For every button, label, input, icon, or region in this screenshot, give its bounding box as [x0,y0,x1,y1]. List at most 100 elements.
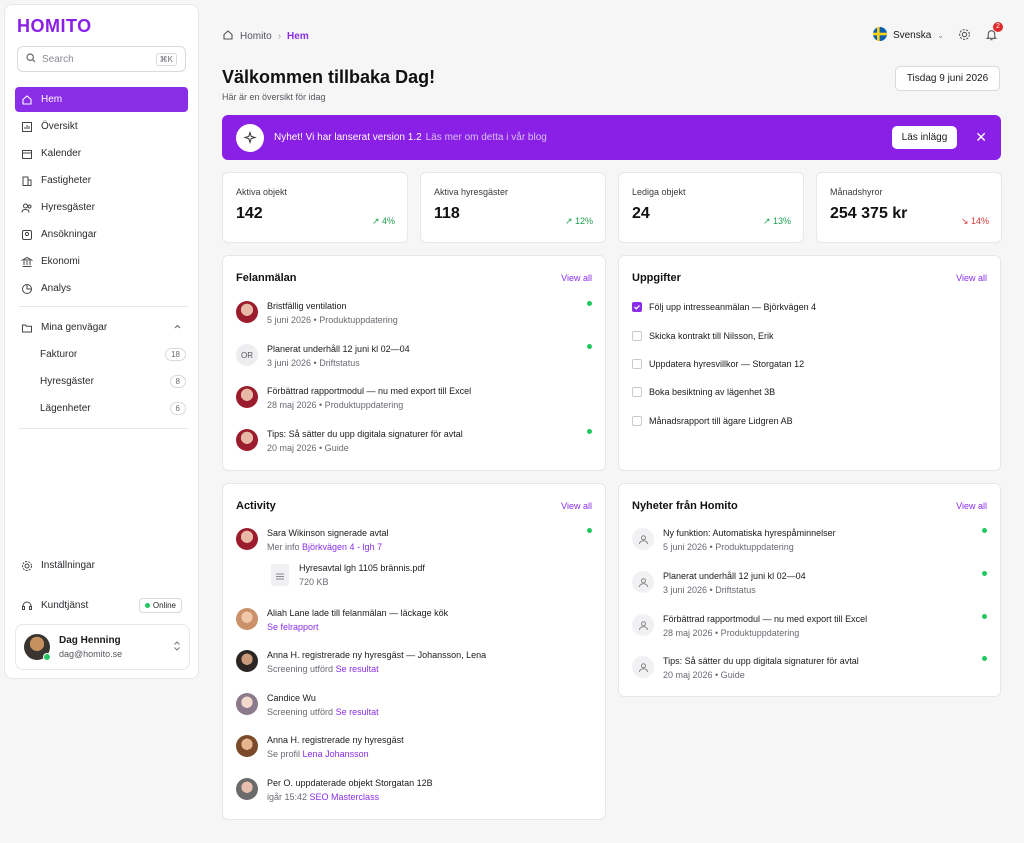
task-label: Boka besiktning av lägenhet 3B [649,387,776,397]
stat-card: Månadshyror 254 375 kr ↘ 14% [816,172,1002,243]
search-icon [26,52,36,66]
avatar-initials: OR [236,344,258,366]
checkbox[interactable] [632,387,642,397]
list-item[interactable]: Förbättrad rapportmodul — nu med export … [236,386,592,410]
activity-card: Activity View all Sara Wikinson signerad… [222,483,606,820]
view-all-link[interactable]: View all [956,273,987,283]
sidebar-item-label: Kalender [41,148,82,159]
news-meta: 20 maj 2026 • Guide [663,670,745,680]
list-item[interactable]: Bristfällig ventilation 5 juni 2026 • Pro… [236,301,592,325]
card-title: Nyheter från Homito [632,500,738,512]
list-item[interactable]: Tips: Så sätter du upp digitala signatur… [236,429,592,453]
checkbox[interactable] [632,416,642,426]
avatar [236,301,258,323]
pie-icon [21,283,33,295]
shortcuts-label: Mina genvägar [41,322,108,333]
sidebar-item-ansokningar[interactable]: Ansökningar [15,222,188,247]
date-button[interactable]: Tisdag 9 juni 2026 [895,66,1000,91]
trend-value: 14% [970,216,989,226]
language-selector[interactable]: Svenska ⌄ [872,27,944,44]
sidebar-item-label: Översikt [41,121,78,132]
shortcut-hyresgaster[interactable]: Hyresgäster 8 [40,371,186,391]
news-item[interactable]: Ny funktion: Automatiska hyrespåminnelse… [632,528,987,552]
sidebar-item-analys[interactable]: Analys [15,276,188,301]
view-all-link[interactable]: View all [956,501,987,511]
activity-link[interactable]: Björkvägen 4 - lgh 7 [302,542,382,552]
online-label: Online [152,601,176,610]
activity-link[interactable]: Se felrapport [267,622,319,632]
task-item[interactable]: Uppdatera hyresvillkor — Storgatan 12 [632,359,804,369]
close-icon[interactable]: ✕ [975,129,987,146]
activity-meta: Screening utförd [267,707,334,717]
view-all-link[interactable]: View all [561,273,592,283]
activity-item: Sara Wikinson signerade avtal Mer info Bj… [236,528,592,552]
task-item[interactable]: Boka besiktning av lägenhet 3B [632,387,775,397]
item-meta: 28 maj 2026 • Produktuppdatering [267,400,404,410]
sidebar-item-support[interactable]: Kundtjänst Online [15,593,188,618]
activity-link[interactable]: SEO Masterclass [310,792,380,802]
task-item[interactable]: Månadsrapport till ägare Lidgren AB [632,416,793,426]
activity-title: Sara Wikinson signerade avtal [267,528,389,538]
activity-link[interactable]: Lena Johansson [303,749,369,759]
news-item[interactable]: Tips: Så sätter du upp digitala signatur… [632,656,987,680]
file-attachment[interactable]: Hyresavtal lgh 1105 brännis.pdf 720 KB [271,563,425,587]
activity-title: Anna H. registrerade ny hyresgäst [267,735,404,745]
activity-item: Candice Wu Screening utförd Se resultat [236,693,592,717]
activity-link[interactable]: Se resultat [336,664,379,674]
news-item[interactable]: Planerat underhåll 12 juni kl 02—04 3 jun… [632,571,987,595]
news-item[interactable]: Förbättrad rapportmodul — nu med export … [632,614,987,638]
status-dot [587,344,592,349]
gear-icon[interactable] [958,28,971,44]
sidebar-item-settings[interactable]: Inställningar [15,553,188,578]
folder-icon [21,322,33,334]
activity-item: Aliah Lane lade till felanmälan — läckag… [236,608,592,632]
banner-text: Läs mer om detta i vår blog [425,132,547,143]
checkbox[interactable] [632,331,642,341]
logo[interactable]: HOMITO [17,16,92,37]
activity-link[interactable]: Se resultat [336,707,379,717]
flag-sweden-icon [872,27,887,44]
checkbox[interactable] [632,359,642,369]
sidebar-item-hem[interactable]: Hem [15,87,188,112]
chevron-right-icon: › [277,31,282,42]
breadcrumb-root[interactable]: Homito [240,31,272,42]
news-meta: 3 juni 2026 • Driftstatus [663,585,756,595]
user-icon [632,571,654,593]
top-toolbar: Svenska ⌄ 2 [872,21,1003,44]
search-input[interactable]: Search ⌘K [17,46,186,72]
card-title: Activity [236,500,276,512]
item-title: Förbättrad rapportmodul — nu med export … [267,386,472,396]
bell-icon[interactable]: 2 [985,21,1003,44]
item-title: Planerat underhåll 12 juni kl 02—04 [267,344,410,354]
stat-label: Månadshyror [830,187,883,197]
checkbox-checked[interactable] [632,302,642,312]
sidebar-item-kalender[interactable]: Kalender [15,141,188,166]
task-item[interactable]: Skicka kontrakt till Nilsson, Erik [632,331,774,341]
avatar [236,693,258,715]
task-item[interactable]: Följ upp intresseanmälan — Björkvägen 4 [632,302,816,312]
card-title: Uppgifter [632,272,681,284]
sidebar-item-ekonomi[interactable]: Ekonomi [15,249,188,274]
sidebar-item-oversikt[interactable]: Översikt [15,114,188,139]
view-all-link[interactable]: View all [561,501,592,511]
online-status-dot [43,653,51,661]
activity-item: Anna H. registrerade ny hyresgäst — Joha… [236,650,592,674]
list-item[interactable]: OR Planerat underhåll 12 juni kl 02—04 3 … [236,344,592,368]
shortcuts-toggle[interactable]: Mina genvägar [15,315,188,340]
status-dot [587,429,592,434]
sidebar-item-label: Analys [41,283,72,294]
stat-label: Aktiva hyresgäster [434,187,509,197]
gear-icon [21,560,33,572]
user-icon [632,614,654,636]
sidebar-item-hyresgaster[interactable]: Hyresgäster [15,195,188,220]
shortcut-fakturor[interactable]: Fakturor 18 [40,344,186,364]
user-menu[interactable]: Dag Henning dag@homito.se [15,624,190,670]
chevron-updown-icon [173,640,181,654]
activity-meta: igår 15:42 [267,792,308,802]
read-post-button[interactable]: Läs inlägg [891,126,958,149]
avatar [236,386,258,408]
sidebar-item-fastigheter[interactable]: Fastigheter [15,168,188,193]
status-dot [982,614,987,619]
user-icon [632,528,654,550]
shortcut-lagenheter[interactable]: Lägenheter 6 [40,398,186,418]
